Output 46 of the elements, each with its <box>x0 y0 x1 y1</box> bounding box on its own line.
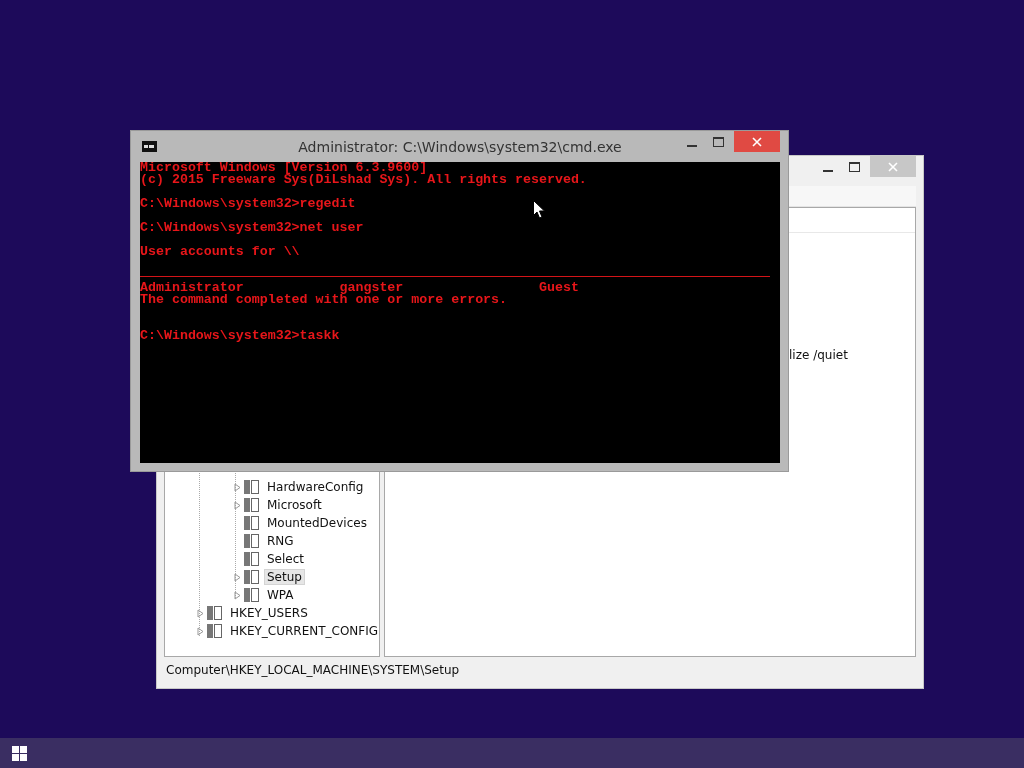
expand-icon[interactable] <box>234 500 241 510</box>
console-icon <box>142 141 157 152</box>
folder-icon <box>244 515 260 531</box>
console-line: C:\Windows\system32>net user <box>140 222 364 234</box>
folder-icon <box>244 497 260 513</box>
folder-icon <box>244 533 260 549</box>
registry-path-text: Computer\HKEY_LOCAL_MACHINE\SYSTEM\Setup <box>166 663 460 677</box>
start-icon[interactable] <box>12 745 27 761</box>
tree-item[interactable]: WPA <box>264 587 297 603</box>
expand-icon[interactable] <box>234 590 241 600</box>
expand-icon[interactable] <box>197 626 204 636</box>
close-icon <box>752 136 762 147</box>
tree-item[interactable]: Setup <box>264 569 305 585</box>
folder-icon <box>244 587 260 603</box>
window-title: Administrator: C:\Windows\system32\cmd.exe <box>298 138 622 155</box>
folder-icon <box>244 551 260 567</box>
console-line: Microsoft Windows [Version 6.3.9600] <box>140 162 428 174</box>
maximize-icon <box>849 161 860 172</box>
tree-item[interactable]: HKEY_USERS <box>227 605 311 621</box>
close-icon <box>888 161 898 172</box>
console-column-text: Administrator <box>140 282 244 294</box>
tree-item[interactable]: Select <box>264 551 308 567</box>
tree-item[interactable]: RNG <box>264 533 297 549</box>
minimize-icon <box>686 144 697 147</box>
console-line: C:\Windows\system32>regedit <box>140 198 356 210</box>
folder-icon <box>244 569 260 585</box>
value-data: lize /quiet <box>789 348 848 362</box>
tree-item[interactable]: HardwareConfig <box>264 479 367 495</box>
console-line: C:\Windows\system32>taskk <box>140 330 340 342</box>
console-column-text: gangster <box>339 282 405 294</box>
maximize-icon <box>713 136 724 147</box>
console-line: (c) 2015 Freeware Sys(DiLshad Sys). All rights reserved. <box>140 174 587 186</box>
console-line: The command completed with one or more errors. <box>140 294 508 306</box>
expand-icon[interactable] <box>234 572 241 582</box>
tree-item[interactable]: Microsoft <box>264 497 325 513</box>
expand-icon[interactable] <box>197 608 204 618</box>
folder-icon <box>207 623 223 639</box>
console-line: User accounts for \\ <box>140 246 300 258</box>
folder-icon <box>244 479 260 495</box>
console-column-text: Guest <box>538 282 580 294</box>
mouse-cursor-icon <box>533 200 545 219</box>
expand-icon[interactable] <box>234 482 241 492</box>
tree-item[interactable]: MountedDevices <box>264 515 370 531</box>
minimize-icon <box>822 169 833 172</box>
tree-item[interactable]: HKEY_CURRENT_CONFIG <box>227 623 382 639</box>
folder-icon <box>207 605 223 621</box>
